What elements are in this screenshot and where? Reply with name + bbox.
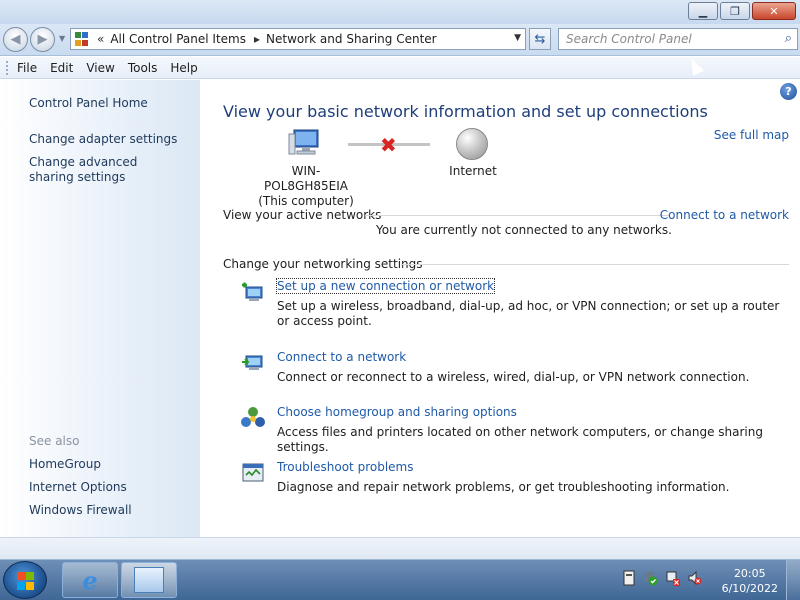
task-description: Access files and printers located on oth… (277, 425, 763, 454)
computer-sublabel: (This computer) (258, 194, 354, 208)
chevron-double-left-icon[interactable]: « (97, 32, 104, 46)
close-button[interactable]: ✕ (752, 2, 796, 20)
menu-bar: File Edit View Tools Help (0, 57, 800, 79)
not-connected-message: You are currently not connected to any n… (376, 223, 672, 237)
main-content: ? View your basic network information an… (200, 80, 800, 537)
network-control-panel-icon (134, 567, 164, 593)
sidebar-control-panel-home[interactable]: Control Panel Home (29, 96, 148, 111)
sidebar-change-advanced-sharing-settings[interactable]: Change advanced sharing settings (29, 155, 179, 185)
computer-name: WIN-POL8GH85EIA (264, 164, 348, 193)
connect-to-network-link[interactable]: Connect to a network (660, 208, 789, 222)
address-dropdown-icon[interactable]: ▼ (514, 33, 521, 43)
minimize-button[interactable]: ▁ (688, 2, 718, 20)
internet-explorer-icon: e (82, 565, 98, 595)
change-settings-heading: Change your networking settings (223, 257, 423, 271)
clock[interactable]: 20:05 6/10/2022 (722, 566, 778, 596)
windows-logo-icon (17, 572, 35, 590)
recent-pages-dropdown-icon[interactable]: ▼ (59, 34, 65, 43)
sidebar-change-adapter-settings[interactable]: Change adapter settings (29, 132, 177, 147)
action-center-icon[interactable] (622, 570, 636, 586)
breadcrumb-arrow-icon[interactable]: ▸ (254, 32, 260, 46)
task-description: Set up a wireless, broadband, dial-up, a… (277, 299, 780, 328)
security-check-icon[interactable] (644, 570, 658, 586)
control-panel-icon (75, 32, 89, 46)
task-description: Diagnose and repair network problems, or… (277, 480, 730, 494)
divider (365, 215, 670, 216)
help-icon[interactable]: ? (780, 83, 797, 100)
clock-date: 6/10/2022 (721, 582, 778, 595)
taskbar-network-sharing-center[interactable] (121, 562, 177, 598)
address-bar[interactable]: « All Control Panel Items ▸ Network and … (70, 28, 526, 50)
choose-homegroup-link[interactable]: Choose homegroup and sharing options (277, 405, 517, 419)
menu-help[interactable]: Help (170, 61, 197, 75)
status-bar (0, 537, 800, 559)
connect-to-network-task-link[interactable]: Connect to a network (277, 350, 406, 364)
forward-button[interactable]: ▶ (30, 27, 55, 52)
window-title-bar: ▁ ❐ ✕ (0, 0, 800, 24)
connect-network-icon (242, 355, 263, 370)
computer-label: WIN-POL8GH85EIA (This computer) (254, 164, 358, 209)
see-also-heading: See also (29, 434, 80, 448)
show-desktop-button[interactable] (786, 560, 800, 600)
see-full-map-link[interactable]: See full map (714, 128, 789, 142)
menu-file[interactable]: File (17, 61, 37, 75)
refresh-button[interactable]: ⇆ (529, 28, 551, 50)
disconnected-x-icon[interactable]: ✖ (380, 133, 397, 157)
breadcrumb-all-control-panel-items[interactable]: All Control Panel Items (110, 32, 246, 46)
search-input[interactable]: Search Control Panel ⌕ (558, 28, 798, 50)
internet-label: Internet (449, 164, 497, 178)
taskbar-internet-explorer[interactable]: e (62, 562, 118, 598)
computer-icon[interactable] (288, 128, 322, 158)
divider (401, 264, 789, 265)
system-tray (622, 570, 702, 586)
refresh-icon: ⇆ (534, 31, 546, 47)
setup-new-connection-link[interactable]: Set up a new connection or network (275, 278, 496, 294)
breadcrumb-network-and-sharing-center[interactable]: Network and Sharing Center (266, 32, 437, 46)
menu-edit[interactable]: Edit (50, 61, 73, 75)
toolbar-grip (6, 60, 9, 75)
menu-view[interactable]: View (86, 61, 114, 75)
menu-tools[interactable]: Tools (128, 61, 158, 75)
homegroup-icon (241, 407, 265, 427)
sidebar-windows-firewall[interactable]: Windows Firewall (29, 503, 132, 518)
search-icon[interactable]: ⌕ (785, 31, 792, 46)
active-networks-heading: View your active networks (223, 208, 382, 222)
clock-time: 20:05 (733, 567, 766, 580)
navigation-bar: ◀ ▶ ▼ « All Control Panel Items ▸ Networ… (0, 24, 800, 56)
troubleshoot-link[interactable]: Troubleshoot problems (277, 460, 413, 474)
new-connection-icon (242, 282, 263, 301)
taskbar: e 20:05 6/10/2022 (0, 559, 800, 600)
start-button[interactable] (3, 561, 47, 599)
volume-muted-icon[interactable] (688, 570, 702, 586)
network-disconnected-icon[interactable] (666, 570, 680, 586)
sidebar: Control Panel Home Change adapter settin… (0, 80, 200, 537)
troubleshoot-icon (242, 463, 264, 482)
maximize-button[interactable]: ❐ (720, 2, 750, 20)
back-button[interactable]: ◀ (3, 27, 28, 52)
sidebar-internet-options[interactable]: Internet Options (29, 480, 127, 495)
task-description: Connect or reconnect to a wireless, wire… (277, 370, 750, 384)
internet-globe-icon[interactable] (456, 128, 488, 160)
page-title: View your basic network information and … (223, 102, 708, 121)
search-placeholder: Search Control Panel (566, 32, 692, 46)
sidebar-homegroup[interactable]: HomeGroup (29, 457, 101, 472)
window-controls: ▁ ❐ ✕ (688, 2, 796, 20)
